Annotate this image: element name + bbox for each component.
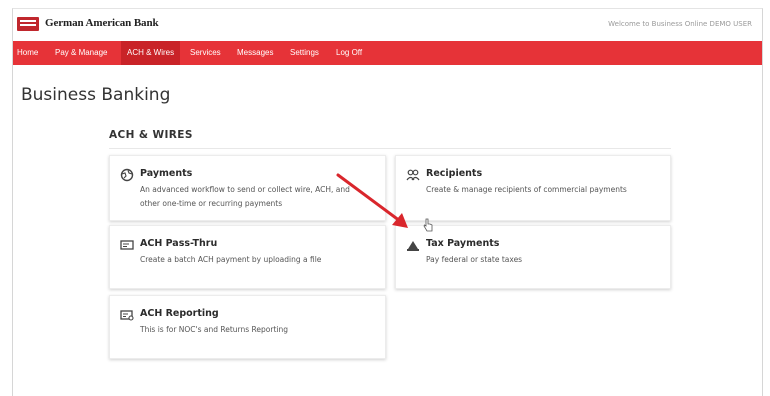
bank-logo-icon[interactable]	[17, 17, 39, 31]
ach-reporting-description: This is for NOC's and Returns Reporting	[140, 325, 289, 334]
nav-ach-wires[interactable]: ACH & Wires	[121, 41, 181, 65]
recipients-card[interactable]: Recipients Create & manage recipients of…	[395, 155, 671, 221]
ach-pass-thru-card[interactable]: ACH Pass-Thru Create a batch ACH payment…	[109, 225, 386, 289]
tax-payments-description: Pay federal or state taxes	[426, 255, 523, 264]
report-icon	[120, 310, 134, 321]
section-title: ACH & WIRES	[109, 129, 193, 141]
nav-log-off[interactable]: Log Off	[336, 41, 362, 65]
payments-title: Payments	[140, 168, 193, 179]
tax-payments-title: Tax Payments	[426, 238, 500, 249]
main-nav: Home Pay & Manage ACH & Wires Services M…	[13, 41, 762, 65]
ach-reporting-title: ACH Reporting	[140, 308, 219, 319]
upload-file-icon	[120, 240, 134, 250]
tax-payments-card[interactable]: Tax Payments Pay federal or state taxes	[395, 225, 671, 289]
top-bar: German American Bank Welcome to Business…	[13, 9, 762, 41]
globe-money-icon	[120, 168, 134, 182]
payments-card[interactable]: Payments An advanced workflow to send or…	[109, 155, 386, 221]
ach-pass-thru-description: Create a batch ACH payment by uploading …	[140, 255, 322, 264]
ach-reporting-card[interactable]: ACH Reporting This is for NOC's and Retu…	[109, 295, 386, 359]
government-building-icon	[407, 241, 419, 251]
welcome-message: Welcome to Business Online DEMO USER	[608, 20, 752, 28]
bank-name: German American Bank	[45, 17, 159, 29]
nav-services[interactable]: Services	[190, 41, 221, 65]
ach-pass-thru-title: ACH Pass-Thru	[140, 238, 218, 249]
people-icon	[406, 169, 420, 181]
payments-description: An advanced workflow to send or collect …	[140, 185, 350, 208]
nav-home[interactable]: Home	[17, 41, 38, 65]
hand-cursor-icon	[423, 218, 433, 232]
nav-pay-manage[interactable]: Pay & Manage	[55, 41, 107, 65]
nav-settings[interactable]: Settings	[290, 41, 319, 65]
page-title: Business Banking	[21, 85, 171, 105]
section-divider	[109, 148, 671, 149]
recipients-title: Recipients	[426, 168, 483, 179]
recipients-description: Create & manage recipients of commercial…	[426, 185, 627, 194]
nav-messages[interactable]: Messages	[237, 41, 273, 65]
app-window: German American Bank Welcome to Business…	[12, 8, 763, 396]
